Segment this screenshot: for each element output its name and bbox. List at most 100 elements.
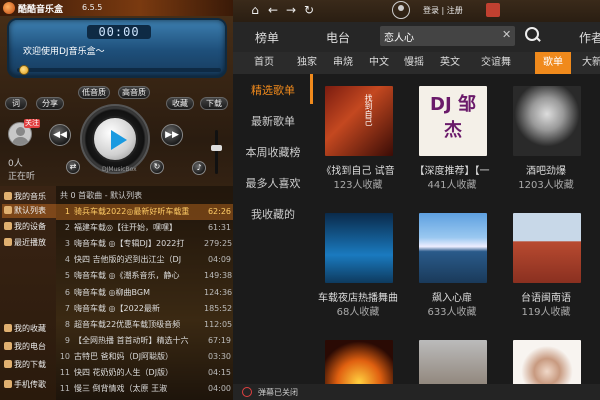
playlist-row[interactable]: 8 超音车载22优惠车载顶级音频 112:05 bbox=[56, 317, 233, 333]
forward-arrow-icon[interactable]: → bbox=[284, 3, 298, 17]
playlist-card[interactable]: 台语闽南语 119人收藏 bbox=[501, 213, 591, 318]
playlist-card-title[interactable]: 《找到自己 试音 bbox=[313, 162, 403, 177]
cover-text: 找到自己 bbox=[364, 94, 373, 126]
track-number: 1 bbox=[64, 207, 70, 216]
category-tab[interactable]: 交谊舞 bbox=[471, 52, 521, 74]
subnav-item[interactable]: 精选歌单 bbox=[233, 82, 313, 98]
playlist-row[interactable]: 11 慢三 倒背情戏（太原 王淑 04:00 bbox=[56, 381, 233, 397]
progress-knob[interactable] bbox=[19, 65, 29, 75]
search-icon[interactable] bbox=[524, 26, 542, 44]
play-icon bbox=[111, 130, 127, 150]
radio-icon bbox=[4, 342, 12, 350]
sidebar-item[interactable]: 我的电台 bbox=[2, 340, 56, 354]
playlist-card[interactable]: 找到自己 《找到自己 试音 123人收藏 bbox=[313, 86, 403, 191]
playlist-card-title[interactable]: 飙入心扉 bbox=[407, 289, 497, 304]
playlist-cover[interactable] bbox=[419, 213, 487, 283]
playlist-row[interactable]: 6 嗨音车载 ◎柳曲BGM 124:36 bbox=[56, 285, 233, 301]
sidebar-item[interactable]: 我的音乐 bbox=[2, 190, 56, 204]
playlist-card-title[interactable]: 酒吧劲爆 bbox=[501, 162, 591, 177]
subnav-item[interactable]: 本周收藏榜 bbox=[233, 144, 313, 160]
track-duration: 03:30 bbox=[207, 351, 231, 361]
playlist-row[interactable]: 1 骑兵车载2022◎最新好听车载重 62:26 bbox=[56, 204, 233, 220]
follow-badge[interactable]: 关注 bbox=[24, 119, 40, 128]
favorite-button[interactable]: 收藏 bbox=[166, 97, 194, 110]
category-tab[interactable]: 中文 bbox=[364, 52, 394, 74]
back-arrow-icon[interactable]: ← bbox=[266, 3, 280, 17]
playlist-row[interactable]: 10 古特巴 爸和妈（DJ阿聪版） 03:30 bbox=[56, 349, 233, 365]
playlist-card-title[interactable]: 台语闽南语 bbox=[501, 289, 591, 304]
category-tab[interactable]: 首页 bbox=[249, 52, 279, 74]
playlist-card-title[interactable]: 【深度推荐】【一 bbox=[407, 162, 497, 177]
shuffle-icon[interactable]: ⇄ bbox=[66, 160, 80, 174]
sidebar-item[interactable]: 我的下载 bbox=[2, 358, 56, 372]
playlist-cover[interactable] bbox=[325, 213, 393, 283]
sidebar-item[interactable]: 手机传歌 bbox=[2, 378, 56, 392]
share-button[interactable]: 分享 bbox=[36, 97, 64, 110]
track-number: 8 bbox=[64, 319, 70, 329]
playlist-card[interactable]: DJ 邹杰 【深度推荐】【一 441人收藏 bbox=[407, 86, 497, 191]
danmu-icon[interactable] bbox=[242, 387, 252, 397]
playlist-row[interactable]: 2 福建车载◎【往开始，嘿嘿】 61:31 bbox=[56, 220, 233, 236]
skin-icon[interactable] bbox=[486, 3, 500, 17]
tab-authors[interactable]: 作者 bbox=[579, 29, 600, 46]
volume-knob[interactable] bbox=[211, 145, 222, 152]
refresh-icon[interactable]: ↻ bbox=[302, 3, 316, 17]
playlist-row[interactable]: 9 【全网热播 首首动听】精选十六 67:19 bbox=[56, 333, 233, 349]
tab-radio[interactable]: 电台 bbox=[326, 29, 350, 46]
next-track-icon[interactable]: ▶▶ bbox=[161, 124, 183, 146]
playlist-row[interactable]: 5 嗨音车载 ◎《潮系音乐，静心 149:38 bbox=[56, 268, 233, 284]
playlist-card[interactable]: 酒吧劲爆 1203人收藏 bbox=[501, 86, 591, 191]
subnav-item[interactable]: 最新歌单 bbox=[233, 113, 313, 129]
sidebar-item[interactable]: 默认列表 bbox=[2, 204, 56, 218]
track-title: 嗨音车载 ◎《潮系音乐，静心 bbox=[74, 271, 180, 281]
category-tab[interactable]: 慢摇 bbox=[399, 52, 429, 74]
low-quality-button[interactable]: 低音质 bbox=[78, 86, 110, 99]
playlist-row[interactable]: 3 嗨音车载 ◎【专辑DJ】2022打 279:25 bbox=[56, 236, 233, 252]
sidebar-item[interactable]: 最近播放 bbox=[2, 236, 56, 250]
playlist-card-count: 68人收藏 bbox=[336, 307, 380, 318]
progress-bar[interactable] bbox=[17, 68, 221, 72]
lyrics-button[interactable]: 词 bbox=[5, 97, 27, 110]
subnav-item[interactable]: 我收藏的 bbox=[233, 206, 313, 222]
playlist-row[interactable]: 11 快四 花奶奶的人生（DJ版） 04:15 bbox=[56, 365, 233, 381]
playlist-card[interactable]: 车载夜店热播舞曲 68人收藏 bbox=[313, 213, 403, 318]
login-link[interactable]: 登录 | 注册 bbox=[423, 5, 463, 16]
category-tab[interactable]: 英文 bbox=[435, 52, 465, 74]
high-quality-button[interactable]: 高音质 bbox=[118, 86, 150, 99]
download-button[interactable]: 下载 bbox=[200, 97, 228, 110]
track-title: 快四 花奶奶的人生（DJ版） bbox=[74, 368, 174, 377]
repeat-icon[interactable]: ↻ bbox=[150, 160, 164, 174]
playlist-cover[interactable]: 找到自己 bbox=[325, 86, 393, 156]
user-icon[interactable] bbox=[392, 1, 410, 19]
volume-icon[interactable]: ♪ bbox=[192, 161, 206, 175]
playlist-card[interactable]: 飙入心扉 633人收藏 bbox=[407, 213, 497, 318]
category-tab[interactable]: 串烧 bbox=[328, 52, 358, 74]
content-area: 精选歌单 最新歌单 本周收藏榜 最多人喜欢 我收藏的 找到自己 《找到自己 试音 123人收… bbox=[233, 74, 600, 400]
playlist-row[interactable]: 7 嗨音车载 ◎【2022最新 185:52 bbox=[56, 301, 233, 317]
playlist-cover[interactable] bbox=[513, 86, 581, 156]
play-button[interactable] bbox=[92, 116, 138, 162]
clear-icon[interactable]: ✕ bbox=[502, 28, 511, 41]
volume-slider[interactable] bbox=[215, 130, 218, 174]
category-tab[interactable]: 大新 bbox=[577, 52, 600, 74]
playlist-row[interactable]: 4 快四 吉他版的迟到出江尘（DJ 04:09 bbox=[56, 252, 233, 268]
search-input[interactable] bbox=[384, 29, 494, 43]
sidebar-item[interactable]: 我的收藏 bbox=[2, 322, 56, 336]
playlist-card-title[interactable]: 车载夜店热播舞曲 bbox=[313, 289, 403, 304]
subnav-item[interactable]: 最多人喜欢 bbox=[233, 175, 313, 191]
category-tab[interactable]: 独家 bbox=[292, 52, 322, 74]
track-number: 4 bbox=[64, 255, 70, 265]
tab-charts[interactable]: 榜单 bbox=[255, 29, 279, 46]
search-box: ✕ bbox=[380, 26, 515, 46]
previous-track-icon[interactable]: ◀◀ bbox=[49, 124, 71, 146]
track-title: 古特巴 爸和妈（DJ阿聪版） bbox=[74, 351, 174, 361]
download-icon bbox=[4, 360, 12, 368]
track-title: 嗨音车载 ◎【2022最新 bbox=[74, 303, 160, 313]
playlist-cover[interactable] bbox=[513, 213, 581, 283]
sidebar-item[interactable]: 我的设备 bbox=[2, 220, 56, 234]
category-tab[interactable]: 歌单 bbox=[535, 52, 571, 74]
playlist-cover[interactable]: DJ 邹杰 bbox=[419, 86, 487, 156]
home-icon[interactable]: ⌂ bbox=[248, 3, 262, 17]
title-bar[interactable]: 酷酷音乐盒 6.5.5 bbox=[0, 0, 233, 16]
track-title: 嗨音车载 ◎柳曲BGM bbox=[74, 287, 150, 297]
